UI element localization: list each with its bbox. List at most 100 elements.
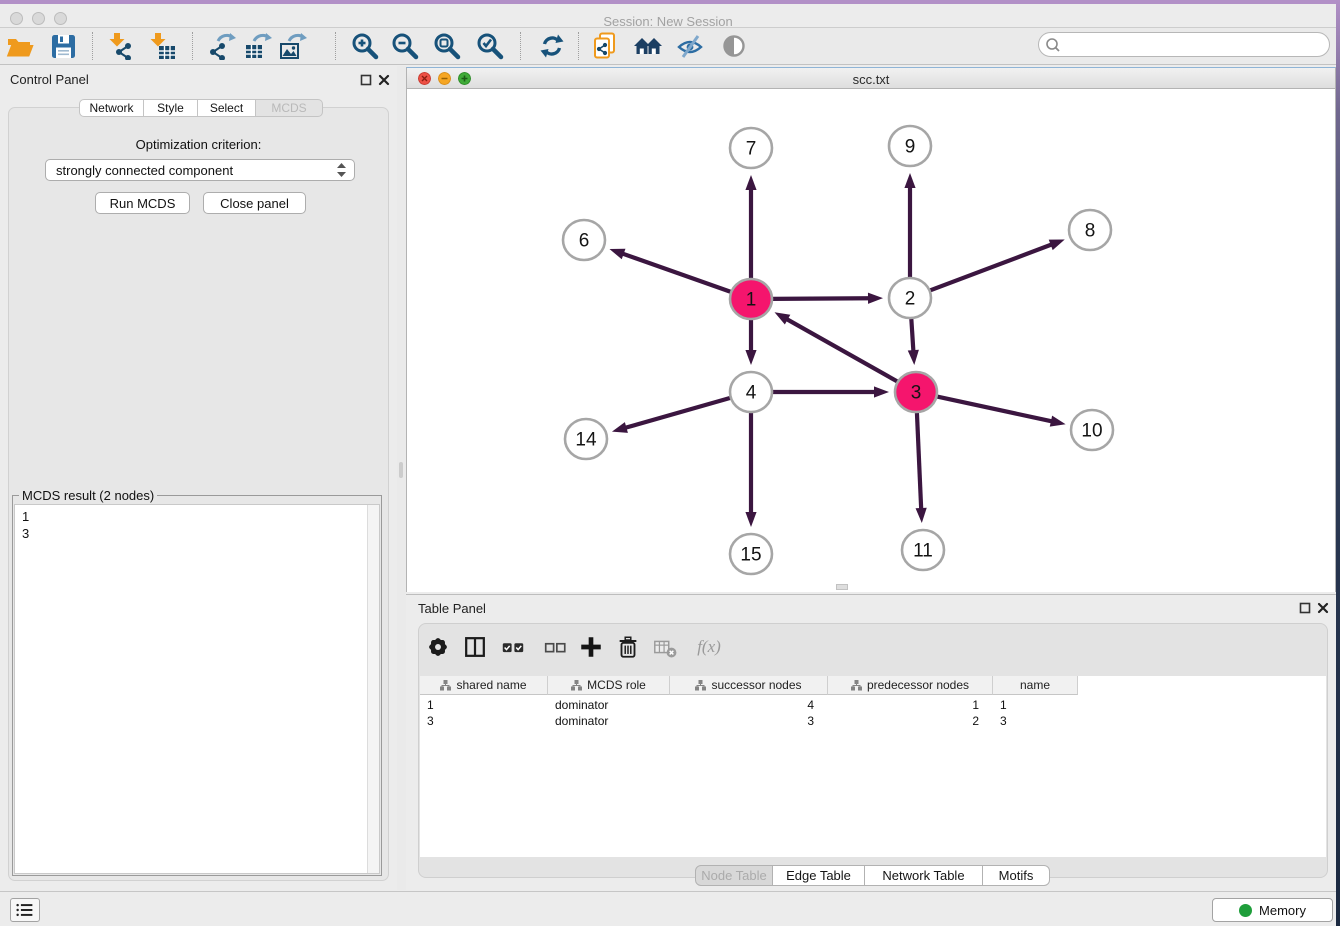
arrowhead-1-6 <box>609 249 625 260</box>
table-row[interactable]: 3dominator323 <box>420 713 1078 729</box>
control-tab-network[interactable]: Network <box>79 99 144 117</box>
open-folder-icon[interactable] <box>4 30 36 62</box>
table-cell[interactable]: 1 <box>993 697 1078 713</box>
hide-graphics-details-icon[interactable] <box>674 30 706 62</box>
tab-network-table[interactable]: Network Table <box>865 865 983 886</box>
close-panel-button[interactable]: Close panel <box>203 192 306 214</box>
tab-node-table[interactable]: Node Table <box>695 865 773 886</box>
graph-node-2[interactable]: 2 <box>889 278 931 318</box>
application-window: Session: New Session <box>0 0 1340 926</box>
float-panel-icon[interactable] <box>360 74 372 86</box>
close-table-panel-icon[interactable] <box>1317 602 1329 614</box>
graph-node-9[interactable]: 9 <box>889 126 931 166</box>
column-header-shared-name[interactable]: shared name <box>420 676 548 695</box>
export-table-icon[interactable] <box>242 30 274 62</box>
float-table-panel-icon[interactable] <box>1299 602 1311 614</box>
column-label: MCDS role <box>587 678 646 692</box>
node-label-4: 4 <box>746 383 757 404</box>
edge-3-1[interactable] <box>786 319 898 382</box>
graph-node-15[interactable]: 15 <box>730 534 772 574</box>
select-all-checkboxes-icon[interactable] <box>498 632 528 662</box>
mcds-result-group: MCDS result (2 nodes) 1 3 <box>12 495 382 876</box>
zoom-in-icon[interactable] <box>349 30 381 62</box>
mcds-result-text: 1 3 <box>22 508 29 542</box>
add-column-icon[interactable] <box>576 632 606 662</box>
edge-3-11[interactable] <box>917 413 921 510</box>
delete-column-icon[interactable] <box>613 632 643 662</box>
zoom-out-icon[interactable] <box>389 30 421 62</box>
criterion-select[interactable]: strongly connected component <box>45 159 355 181</box>
graph-node-14[interactable]: 14 <box>565 419 607 459</box>
panel-splitter[interactable] <box>397 66 406 890</box>
save-icon[interactable] <box>47 30 79 62</box>
table-cell[interactable]: 3 <box>420 713 548 729</box>
control-tab-style[interactable]: Style <box>144 99 198 117</box>
refresh-icon[interactable] <box>536 30 568 62</box>
tab-motifs[interactable]: Motifs <box>983 865 1050 886</box>
window-titlebar: Session: New Session <box>0 4 1336 28</box>
edge-1-6[interactable] <box>622 253 731 292</box>
table-cell[interactable]: dominator <box>548 713 670 729</box>
graph-node-7[interactable]: 7 <box>730 128 772 168</box>
control-tab-select[interactable]: Select <box>198 99 256 117</box>
graph-node-4[interactable]: 4 <box>730 372 772 412</box>
control-tab-mcds[interactable]: MCDS <box>256 99 323 117</box>
edge-1-2[interactable] <box>772 298 870 299</box>
mcds-result-textarea[interactable]: 1 3 <box>14 504 380 874</box>
close-panel-icon[interactable] <box>378 74 390 86</box>
criterion-value: strongly connected component <box>56 163 233 178</box>
export-network-icon[interactable] <box>206 30 238 62</box>
graph-node-1[interactable]: 1 <box>730 279 772 319</box>
network-canvas[interactable]: 1 2 3 4 6 7 8 9 10 11 14 15 <box>407 90 1335 592</box>
table-cell[interactable]: 1 <box>828 697 993 713</box>
graph-node-10[interactable]: 10 <box>1071 410 1113 450</box>
edge-2-3[interactable] <box>911 319 913 352</box>
main-toolbar <box>0 28 1336 65</box>
table-row[interactable]: 1dominator411 <box>420 697 1078 713</box>
graph-node-8[interactable]: 8 <box>1069 210 1111 250</box>
select-spinner-icon <box>337 163 346 177</box>
table-cell[interactable]: 1 <box>420 697 548 713</box>
export-image-icon[interactable] <box>277 30 309 62</box>
graph-node-11[interactable]: 11 <box>902 530 944 570</box>
zoom-selected-icon[interactable] <box>474 30 506 62</box>
memory-button[interactable]: Memory <box>1212 898 1333 922</box>
table-panel-tabs: Node TableEdge TableNetwork TableMotifs <box>695 865 1050 886</box>
edge-4-14[interactable] <box>624 398 730 428</box>
import-network-icon[interactable] <box>105 30 137 62</box>
table-cell[interactable]: 2 <box>828 713 993 729</box>
node-table: shared name MCDS role successor nodesprede… <box>420 676 1326 857</box>
show-graphics-details-icon[interactable] <box>718 30 750 62</box>
table-cell[interactable]: 4 <box>670 697 828 713</box>
arrowhead-3-10 <box>1050 416 1066 427</box>
task-history-button[interactable] <box>10 898 40 922</box>
settings-gear-icon[interactable] <box>423 632 453 662</box>
column-header-predecessor-nodes[interactable]: predecessor nodes <box>828 676 993 695</box>
home-icon[interactable] <box>632 30 664 62</box>
arrowhead-4-14 <box>612 422 628 433</box>
column-header-successor-nodes[interactable]: successor nodes <box>670 676 828 695</box>
column-header-MCDS-role[interactable]: MCDS role <box>548 676 670 695</box>
node-label-7: 7 <box>746 139 757 160</box>
split-view-columns-icon[interactable] <box>460 632 490 662</box>
zoom-fit-icon[interactable] <box>431 30 463 62</box>
edge-3-10[interactable] <box>937 396 1053 421</box>
column-header-name[interactable]: name <box>993 676 1078 695</box>
search-input[interactable] <box>1065 35 1329 55</box>
table-cell[interactable]: dominator <box>548 697 670 713</box>
import-table-icon[interactable] <box>146 30 178 62</box>
table-cell[interactable]: 3 <box>670 713 828 729</box>
table-cell[interactable]: 3 <box>993 713 1078 729</box>
graph-node-6[interactable]: 6 <box>563 220 605 260</box>
tab-edge-table[interactable]: Edge Table <box>773 865 865 886</box>
deselect-checkboxes-icon[interactable] <box>540 632 570 662</box>
canvas-scrollbar-nub[interactable] <box>836 584 848 590</box>
graph-node-3[interactable]: 3 <box>895 372 937 412</box>
node-label-11: 11 <box>913 541 933 562</box>
edge-2-8[interactable] <box>930 244 1053 290</box>
splitter-grip[interactable] <box>399 462 403 478</box>
run-mcds-button[interactable]: Run MCDS <box>95 192 190 214</box>
network-frame-title: scc.txt <box>407 72 1335 87</box>
clone-network-icon[interactable] <box>589 30 621 62</box>
column-hierarchy-icon <box>695 680 706 691</box>
